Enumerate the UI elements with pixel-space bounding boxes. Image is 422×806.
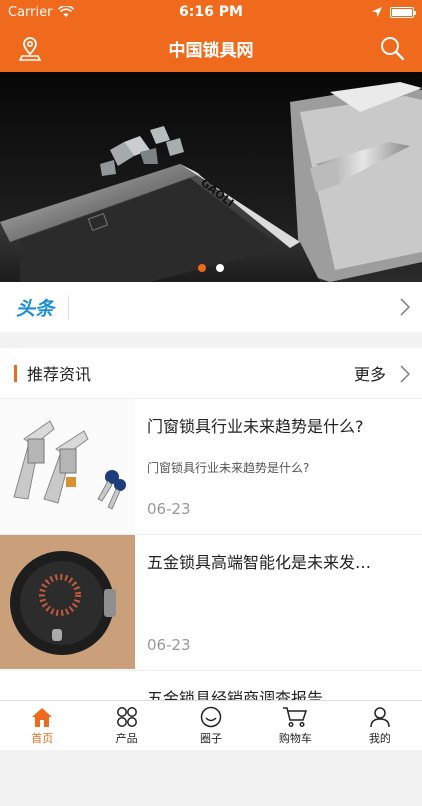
news-title: 五金锁具高端智能化是未来发…: [147, 549, 409, 573]
page-title: 中国锁具网: [169, 36, 254, 61]
news-thumbnail: [0, 535, 135, 669]
news-item[interactable]: 五金锁具高端智能化是未来发… 06-23: [0, 534, 422, 670]
status-time: 6:16 PM: [148, 4, 274, 20]
chevron-right-icon[interactable]: [400, 365, 410, 383]
banner-image: GAOLI: [0, 72, 422, 282]
news-description: 门窗锁具行业未来趋势是什么?: [147, 459, 409, 476]
nav-bar: 中国锁具网: [0, 24, 422, 72]
section-accent-bar: [14, 365, 17, 382]
tab-label: 我的: [369, 730, 391, 746]
carousel-dot[interactable]: [216, 264, 224, 272]
headline-row[interactable]: 头条: [0, 282, 422, 332]
tab-circle[interactable]: 圈子: [169, 701, 253, 750]
news-title: 门窗锁具行业未来趋势是什么?: [147, 413, 409, 437]
section-title: 推荐资讯: [27, 361, 354, 385]
recommend-section: 推荐资讯 更多 门窗锁具行业未来趋势是什么? 门窗锁具行业: [0, 348, 422, 750]
news-date: 06-23: [147, 636, 191, 654]
news-date: 06-23: [147, 500, 191, 518]
tab-bar: 首页 产品 圈子 购物车 我的: [0, 700, 422, 750]
carousel-pager: [0, 264, 422, 272]
location-icon[interactable]: [16, 34, 44, 62]
tab-label: 产品: [116, 730, 138, 746]
news-item[interactable]: 门窗锁具行业未来趋势是什么? 门窗锁具行业未来趋势是什么? 06-23: [0, 398, 422, 534]
banner-carousel[interactable]: GAOLI: [0, 72, 422, 282]
carousel-dot[interactable]: [198, 264, 206, 272]
tab-products[interactable]: 产品: [84, 701, 168, 750]
home-icon: [30, 706, 54, 728]
circle-smile-icon: [199, 706, 223, 728]
cart-icon: [282, 706, 308, 728]
tab-mine[interactable]: 我的: [338, 701, 422, 750]
grid-icon: [115, 706, 139, 728]
tab-home[interactable]: 首页: [0, 701, 84, 750]
status-bar: Carrier 6:16 PM: [0, 0, 422, 24]
divider: [68, 295, 69, 319]
chevron-right-icon: [400, 298, 410, 316]
news-thumbnail: [0, 399, 135, 533]
section-header: 推荐资讯 更多: [0, 348, 422, 398]
headline-tag: 头条: [0, 294, 68, 321]
tab-cart[interactable]: 购物车: [253, 701, 337, 750]
wifi-icon: [58, 6, 74, 18]
search-icon[interactable]: [378, 34, 406, 62]
battery-icon: [390, 7, 414, 18]
tab-label: 首页: [31, 730, 53, 746]
more-link[interactable]: 更多: [354, 361, 386, 385]
location-arrow-icon: [372, 7, 382, 17]
user-icon: [368, 706, 392, 728]
tab-label: 圈子: [200, 730, 222, 746]
tab-label: 购物车: [279, 730, 312, 746]
carrier-label: Carrier: [8, 5, 52, 20]
